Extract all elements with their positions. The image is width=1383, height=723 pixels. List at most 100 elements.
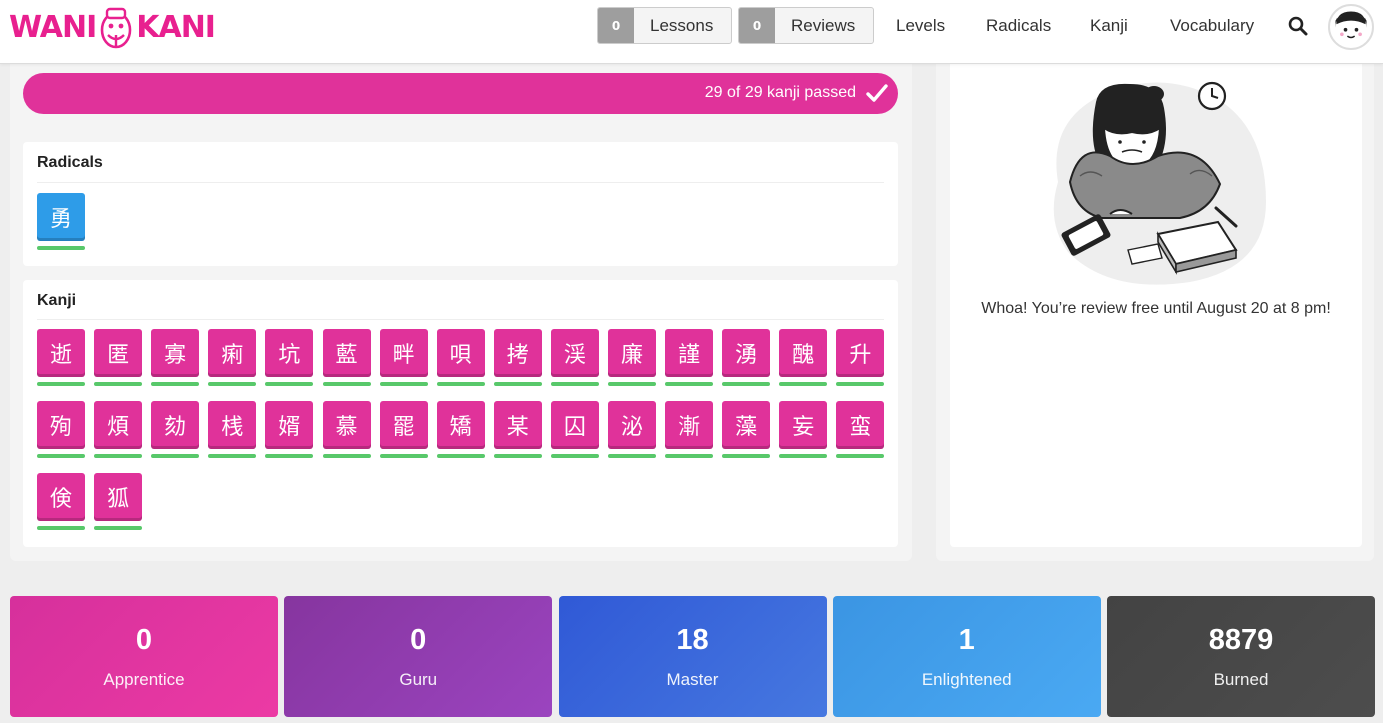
user-avatar[interactable]: [1328, 4, 1374, 50]
top-navigation: WANI KANI 0 Lessons 0 Reviews Levels Rad…: [0, 0, 1383, 64]
kanji-srs-bar: [94, 382, 143, 386]
kanji-srs-bar: [208, 382, 257, 386]
kanji-srs-bar: [208, 454, 257, 458]
lessons-count: 0: [598, 8, 634, 43]
srs-stage-count: 18: [676, 624, 709, 656]
review-free-message: Whoa! You’re review free until August 20…: [981, 300, 1331, 317]
kanji-tile[interactable]: 桟: [208, 401, 257, 449]
kanji-tile[interactable]: 湧: [722, 329, 771, 377]
kanji-srs-bar: [322, 454, 371, 458]
srs-stage-label: Master: [666, 670, 719, 689]
kanji-srs-bar: [379, 454, 428, 458]
kanji-tile[interactable]: 狐: [94, 473, 143, 521]
kanji-srs-bar: [493, 382, 542, 386]
radical-tile[interactable]: 勇: [37, 193, 85, 241]
kanji-srs-bar: [722, 382, 771, 386]
waiting-girl-illustration: [1053, 81, 1266, 285]
kanji-tile[interactable]: 殉: [37, 401, 85, 449]
kanji-tile[interactable]: 矯: [436, 401, 485, 449]
kanji-tile[interactable]: 妄: [779, 401, 828, 449]
kanji-tile[interactable]: 煩: [94, 401, 143, 449]
radical-srs-bar: [37, 246, 85, 250]
kanji-tile[interactable]: 倹: [37, 473, 85, 521]
kanji-srs-bar: [665, 454, 714, 458]
reviews-label: Reviews: [791, 15, 856, 35]
kanji-srs-bar: [94, 526, 143, 530]
kanji-srs-bar: [322, 382, 371, 386]
kanji-tile[interactable]: 醜: [779, 329, 828, 377]
kanji-tile[interactable]: 藻: [722, 401, 771, 449]
reviews-count: 0: [739, 8, 775, 43]
radicals-card: Radicals: [23, 142, 898, 266]
kanji-tile[interactable]: 婿: [265, 401, 314, 449]
kanji-progress-text: 29 of 29 kanji passed: [704, 84, 856, 101]
nav-radicals[interactable]: Radicals: [986, 7, 1051, 44]
kanji-tile[interactable]: 寡: [151, 329, 200, 377]
srs-stage-master[interactable]: 18 Master: [558, 596, 827, 717]
kanji-srs-bar: [779, 382, 828, 386]
kanji-tile[interactable]: 升: [836, 329, 885, 377]
srs-stage-apprentice[interactable]: 0 Apprentice: [10, 596, 278, 717]
kanji-progress-bar: 29 of 29 kanji passed: [23, 73, 898, 114]
kanji-tile[interactable]: 痢: [208, 329, 257, 377]
nav-levels[interactable]: Levels: [896, 7, 945, 44]
kanji-tile[interactable]: 蛮: [836, 401, 885, 449]
srs-stage-burned[interactable]: 8879 Burned: [1107, 596, 1375, 717]
avatar-face-icon: [1335, 11, 1367, 39]
srs-stage-label: Guru: [399, 670, 438, 689]
kanji-srs-bar: [151, 454, 200, 458]
kanji-tile[interactable]: 渓: [550, 329, 599, 377]
kanji-tile[interactable]: 唄: [436, 329, 485, 377]
radicals-divider: [37, 182, 884, 183]
kanji-tile[interactable]: 藍: [322, 329, 371, 377]
kanji-srs-bar: [37, 526, 85, 530]
kanji-srs-bar: [37, 382, 85, 386]
kanji-tile[interactable]: 慕: [322, 401, 371, 449]
srs-stage-count: 0: [410, 624, 427, 656]
kanji-tile[interactable]: 囚: [550, 401, 599, 449]
kanji-tile[interactable]: 某: [493, 401, 542, 449]
kanji-tile[interactable]: 拷: [493, 329, 542, 377]
kanji-divider: [37, 319, 884, 320]
kanji-srs-bar: [608, 382, 656, 386]
nav-vocabulary[interactable]: Vocabulary: [1170, 7, 1254, 44]
kanji-tile[interactable]: 畔: [379, 329, 428, 377]
kanji-srs-bar: [37, 454, 85, 458]
kanji-tile[interactable]: 劾: [151, 401, 200, 449]
kanji-srs-bar: [94, 454, 143, 458]
kanji-tile[interactable]: 坑: [265, 329, 314, 377]
search-icon[interactable]: [1288, 16, 1308, 36]
kanji-srs-bar: [379, 382, 428, 386]
kanji-srs-bar: [493, 454, 542, 458]
kanji-tile[interactable]: 罷: [379, 401, 428, 449]
srs-stage-enlightened[interactable]: 1 Enlightened: [832, 596, 1101, 717]
kanji-srs-bar: [836, 454, 885, 458]
kanji-tile[interactable]: 謹: [665, 329, 714, 377]
kanji-srs-bar: [436, 454, 485, 458]
kanji-tile[interactable]: 逝: [37, 329, 85, 377]
kanji-srs-bar: [779, 454, 828, 458]
check-icon: [866, 84, 888, 102]
kanji-tile[interactable]: 泌: [608, 401, 656, 449]
kanji-srs-bar: [608, 454, 656, 458]
kanji-srs-bar: [550, 454, 599, 458]
kanji-tile[interactable]: 漸: [665, 401, 714, 449]
crabigator-mascot-icon: [100, 7, 132, 49]
kanji-tile[interactable]: 廉: [608, 329, 656, 377]
reviews-button[interactable]: 0 Reviews: [738, 7, 875, 44]
kanji-srs-bar: [265, 454, 314, 458]
logo-text-left: WANI: [9, 10, 97, 45]
nav-kanji[interactable]: Kanji: [1090, 7, 1128, 44]
srs-stage-label: Enlightened: [921, 670, 1012, 689]
kanji-tile[interactable]: 匿: [94, 329, 143, 377]
srs-stage-count: 1: [958, 624, 975, 656]
srs-stage-label: Burned: [1213, 670, 1269, 689]
kanji-srs-bar: [265, 382, 314, 386]
logo-text-right: KANI: [136, 10, 216, 45]
wanikani-logo[interactable]: WANI KANI: [9, 6, 216, 50]
kanji-srs-bar: [665, 382, 714, 386]
lessons-label: Lessons: [650, 15, 714, 35]
srs-stage-label: Apprentice: [103, 670, 185, 689]
srs-stage-guru[interactable]: 0 Guru: [284, 596, 553, 717]
lessons-button[interactable]: 0 Lessons: [597, 7, 733, 44]
